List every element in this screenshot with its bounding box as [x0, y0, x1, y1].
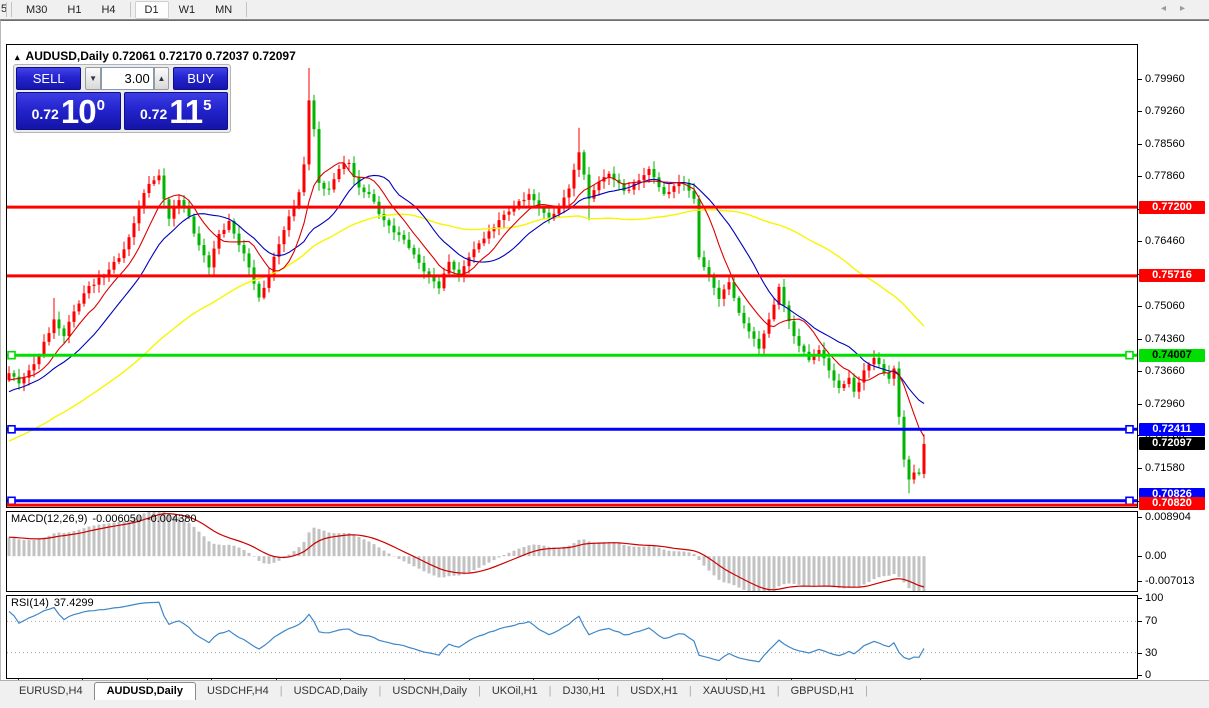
axis-tick [1138, 517, 1142, 518]
price-level-badge: 0.77200 [1139, 201, 1205, 214]
macd-main-value: -0.006050 [92, 513, 142, 525]
volume-decrease-button[interactable]: ▼ [85, 67, 100, 90]
ask-price-pipette: 5 [203, 97, 211, 114]
price-tick-label: 0.79960 [1145, 73, 1185, 85]
collapse-panel-icon[interactable]: ▴ [15, 52, 20, 62]
price-tick-label: 0.75060 [1145, 300, 1185, 312]
ask-price-prefix: 0.72 [140, 106, 167, 122]
timeframe-button-m30[interactable]: M30 [16, 1, 57, 19]
toolbar-divider [246, 2, 247, 17]
macd-axis-label: -0.007013 [1145, 575, 1195, 587]
tab-dj30-h1[interactable]: DJ30,H1 [552, 683, 617, 699]
toolbar-divider [130, 2, 131, 17]
timeframe-toolbar: 5 M30H1H4 D1W1MN [0, 0, 1209, 20]
axis-tick [1138, 144, 1142, 145]
price-tick-label: 0.78560 [1145, 138, 1185, 150]
axis-tick [1138, 404, 1142, 405]
ask-price-button[interactable]: 0.72 11 5 [124, 92, 229, 130]
tab-usdx-h1[interactable]: USDX,H1 [619, 683, 689, 699]
tab-eurusd-h4[interactable]: EURUSD,H4 [8, 683, 94, 699]
timeframe-button-h1[interactable]: H1 [57, 1, 91, 19]
price-level-badge: 0.74007 [1139, 349, 1205, 362]
price-tick-label: 0.72960 [1145, 398, 1185, 410]
timeframe-group: M30H1H4 D1W1MN [16, 1, 251, 19]
axis-tick [1138, 653, 1142, 654]
price-level-badge: 0.75716 [1139, 269, 1205, 282]
timeframe-button-d1[interactable]: D1 [135, 1, 169, 19]
price-tick-label: 0.77860 [1145, 170, 1185, 182]
macd-axis-label: 0.008904 [1145, 511, 1191, 523]
buy-button[interactable]: BUY [173, 67, 228, 90]
macd-label: MACD(12,26,9) -0.006050 -0.004380 [11, 513, 202, 525]
axis-tick [1138, 339, 1142, 340]
axis-tick [1138, 621, 1142, 622]
tab-usdcnh-daily[interactable]: USDCNH,Daily [381, 683, 478, 699]
bid-price-button[interactable]: 0.72 10 0 [16, 92, 121, 130]
price-level-badge: 0.72411 [1139, 423, 1205, 436]
rsi-name: RSI(14) [11, 597, 49, 609]
timeframe-button-partial[interactable]: 5 [0, 2, 7, 17]
timeframe-button-w1[interactable]: W1 [169, 1, 206, 19]
chart-ohlc-values: 0.72061 0.72170 0.72037 0.72097 [112, 49, 296, 63]
macd-name: MACD(12,26,9) [11, 513, 87, 525]
axis-tick [1138, 675, 1142, 676]
axis-tick [1138, 371, 1142, 372]
volume-increase-button[interactable]: ▲ [154, 67, 169, 90]
trading-app-screen: 5 M30H1H4 D1W1MN ▴ AUDUSD,Daily 0.72061 0.… [0, 0, 1209, 708]
chart-title: ▴ AUDUSD,Daily 0.72061 0.72170 0.72037 0.… [15, 49, 296, 63]
bid-price-big-digits: 10 [61, 94, 96, 130]
tab-gbpusd-h1[interactable]: GBPUSD,H1 [780, 683, 866, 699]
spin-up-icon: ▲ [158, 74, 166, 83]
rsi-value: 37.4299 [54, 597, 94, 609]
axis-tick [1138, 556, 1142, 557]
tab-ukoil-h1[interactable]: UKOil,H1 [481, 683, 549, 699]
price-tick-label: 0.76460 [1145, 235, 1185, 247]
axis-tick [1138, 111, 1142, 112]
bid-price-prefix: 0.72 [32, 106, 59, 122]
axis-tick [1138, 241, 1142, 242]
price-tick-label: 0.74360 [1145, 333, 1185, 345]
tab-scroll-arrows: ◂▸ [1161, 3, 1199, 14]
chart-symbol-period: AUDUSD,Daily [26, 49, 109, 63]
macd-axis-label: 0.00 [1145, 550, 1166, 562]
tab-scroll-left-icon[interactable]: ◂ [1161, 3, 1180, 14]
bid-price-pipette: 0 [97, 97, 105, 114]
toolbar-divider [11, 2, 12, 17]
rsi-axis-label: 30 [1145, 647, 1157, 659]
axis-tick [1138, 306, 1142, 307]
tab-audusd-daily[interactable]: AUDUSD,Daily [94, 682, 196, 701]
timeframe-button-mn[interactable]: MN [205, 1, 242, 19]
tab-separator: | [865, 685, 868, 697]
one-click-trading-panel: SELL ▼ ▲ BUY 0.72 10 0 0.72 11 [13, 64, 231, 133]
axis-tick [1138, 176, 1142, 177]
chart-tab-bar: EURUSD,H4AUDUSD,DailyUSDCHF,H4 | USDCAD,Da… [0, 680, 1209, 700]
price-tick-label: 0.71580 [1145, 462, 1185, 474]
chart-window: ▴ AUDUSD,Daily 0.72061 0.72170 0.72037 0.… [0, 20, 1209, 708]
macd-signal-value: -0.004380 [147, 513, 197, 525]
axis-tick [1138, 598, 1142, 599]
rsi-axis-label: 100 [1145, 592, 1163, 604]
price-level-badge: 0.70820 [1139, 497, 1205, 510]
axis-tick [1138, 468, 1142, 469]
tab-usdchf-h4[interactable]: USDCHF,H4 [196, 683, 280, 699]
rsi-label: RSI(14) 37.4299 [11, 597, 99, 609]
tab-xauusd-h1[interactable]: XAUUSD,H1 [692, 683, 777, 699]
price-axis[interactable]: 0.799600.792600.785600.778600.771600.764… [1138, 42, 1209, 701]
rsi-axis-label: 70 [1145, 615, 1157, 627]
current-price-badge: 0.72097 [1139, 437, 1205, 450]
price-tick-label: 0.79260 [1145, 105, 1185, 117]
tab-usdcad-daily[interactable]: USDCAD,Daily [283, 683, 379, 699]
window-bottom-strip [0, 700, 1209, 708]
ask-price-big-digits: 11 [169, 94, 202, 130]
sell-button[interactable]: SELL [16, 67, 81, 90]
axis-tick [1138, 581, 1142, 582]
spin-down-icon: ▼ [89, 74, 97, 83]
volume-input[interactable] [101, 67, 154, 90]
timeframe-button-h4[interactable]: H4 [91, 1, 125, 19]
tab-scroll-right-icon[interactable]: ▸ [1180, 3, 1199, 14]
rsi-indicator-canvas[interactable] [6, 595, 1138, 679]
axis-tick [1138, 79, 1142, 80]
price-tick-label: 0.73660 [1145, 365, 1185, 377]
